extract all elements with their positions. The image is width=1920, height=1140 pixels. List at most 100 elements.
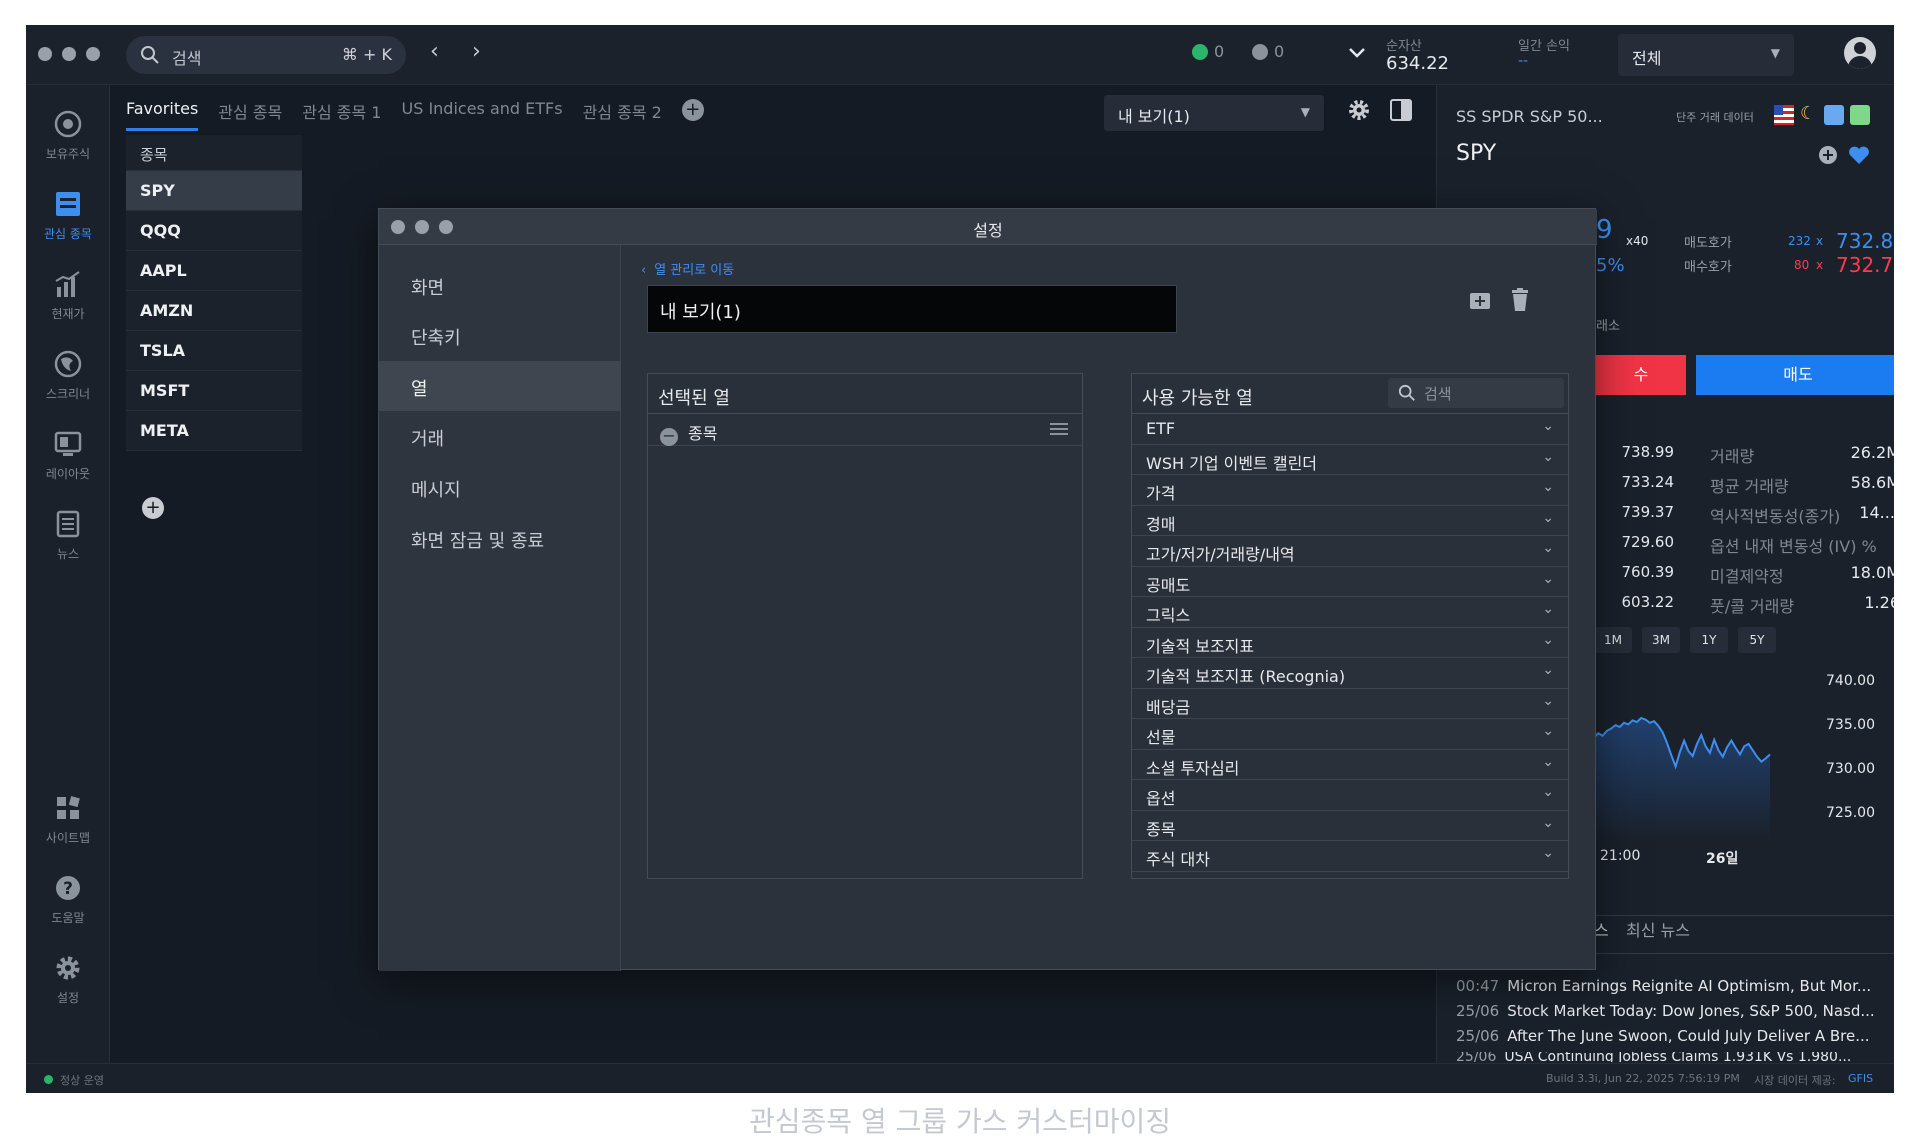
sidebar-item-portfolio[interactable]: 보유주식 xyxy=(26,109,110,162)
globe-icon[interactable] xyxy=(1824,105,1844,125)
settings-nav-screen[interactable]: 화면 xyxy=(379,260,621,310)
news-item[interactable]: 25/06 USA Continuing Jobless Claims 1.931… xyxy=(1456,1052,1894,1062)
account-scope-select[interactable]: 전체 ▼ xyxy=(1618,34,1794,76)
sidebar-item-sitemap[interactable]: 사이트맵 xyxy=(26,793,110,846)
list-item[interactable]: 종목 ⌄ xyxy=(1132,811,1568,841)
watchlist-header[interactable]: 종목 xyxy=(126,135,302,171)
forward-arrow-icon[interactable]: › xyxy=(472,39,481,64)
settings-nav-columns[interactable]: 열 xyxy=(379,361,621,411)
sidebar-item-news[interactable]: 뉴스 xyxy=(26,509,110,562)
list-item[interactable]: 경매 ⌄ xyxy=(1132,506,1568,536)
trash-icon[interactable] xyxy=(1505,285,1535,315)
chevron-down-icon[interactable]: ⌄ xyxy=(1542,601,1554,617)
range-button-5y[interactable]: 5Y xyxy=(1738,627,1776,653)
connection-status-green[interactable]: 0 xyxy=(1192,42,1224,61)
chevron-down-icon[interactable]: ⌄ xyxy=(1542,571,1554,587)
chevron-down-icon[interactable]: ⌄ xyxy=(1542,479,1554,495)
heart-icon[interactable] xyxy=(1848,145,1870,165)
view-name-input[interactable]: 내 보기(1) xyxy=(647,285,1177,333)
settings-nav-messages[interactable]: 메시지 xyxy=(379,462,621,512)
chevron-down-icon[interactable]: ⌄ xyxy=(1542,754,1554,770)
chevron-down-icon[interactable]: ⌄ xyxy=(1542,510,1554,526)
tab-watchlist[interactable]: 관심 종목 xyxy=(218,91,282,131)
news-item[interactable]: 25/06 After The June Swoon, Could July De… xyxy=(1456,1027,1894,1045)
list-item[interactable]: 주식 대차 ⌄ xyxy=(1132,841,1568,872)
settings-nav-shortcuts[interactable]: 단축키 xyxy=(379,310,621,360)
chevron-down-icon[interactable]: ⌄ xyxy=(1542,784,1554,800)
list-item[interactable]: 공매도 ⌄ xyxy=(1132,567,1568,597)
chevron-down-icon[interactable]: ⌄ xyxy=(1542,418,1554,434)
chevron-down-icon[interactable]: ⌄ xyxy=(1542,693,1554,709)
list-item[interactable]: 그릭스 ⌄ xyxy=(1132,597,1568,628)
add-icon[interactable] xyxy=(1818,145,1838,165)
add-symbol-icon[interactable]: + xyxy=(142,497,164,519)
buy-button[interactable]: 수 xyxy=(1596,355,1686,395)
chevron-down-icon[interactable]: ⌄ xyxy=(1542,845,1554,861)
duplicate-icon[interactable] xyxy=(1465,285,1495,315)
panel-toggle-icon[interactable] xyxy=(1388,97,1414,123)
list-item[interactable]: 고가/저가/거래량/내역 ⌄ xyxy=(1132,536,1568,567)
list-item[interactable]: WSH 기업 이벤트 캘린더 ⌄ xyxy=(1132,445,1568,475)
settings-nav-lock[interactable]: 화면 잠금 및 종료 xyxy=(379,513,621,563)
chevron-down-icon[interactable]: ⌄ xyxy=(1542,632,1554,648)
chevron-down-icon[interactable]: ⌄ xyxy=(1542,540,1554,556)
range-button-1m[interactable]: 1M xyxy=(1594,627,1632,653)
list-item[interactable]: 선물 ⌄ xyxy=(1132,719,1568,750)
list-item[interactable]: 배당금 ⌄ xyxy=(1132,689,1568,719)
chevron-down-icon[interactable] xyxy=(1348,47,1366,59)
chart-icon[interactable] xyxy=(1850,105,1870,125)
table-row[interactable]: MSFT xyxy=(126,371,302,411)
list-item[interactable]: − 종목 xyxy=(648,414,1082,446)
chevron-down-icon[interactable]: ⌄ xyxy=(1542,662,1554,678)
tab-watchlist-1[interactable]: 관심 종목 1 xyxy=(302,91,381,131)
back-link[interactable]: ‹ 열 관리로 이동 xyxy=(641,259,734,278)
list-item[interactable]: 기술적 보조지표 ⌄ xyxy=(1132,628,1568,658)
list-item[interactable]: 옵션 ⌄ xyxy=(1132,780,1568,811)
remove-icon[interactable]: − xyxy=(660,428,678,446)
news-item[interactable]: 00:47 Micron Earnings Reignite AI Optimis… xyxy=(1456,977,1894,995)
list-item[interactable]: ETF ⌄ xyxy=(1132,414,1568,445)
back-arrow-icon[interactable]: ‹ xyxy=(430,39,439,64)
list-item[interactable]: 기술적 보조지표 (Recognia) ⌄ xyxy=(1132,658,1568,689)
sidebar-item-layout[interactable]: 레이아웃 xyxy=(26,429,110,482)
tab-watchlist-2[interactable]: 관심 종목 2 xyxy=(583,91,662,131)
sidebar-item-settings[interactable]: 설정 xyxy=(26,953,110,1006)
tab-favorites[interactable]: Favorites xyxy=(126,91,199,131)
news-tab-latest[interactable]: 최신 뉴스 xyxy=(1626,917,1690,941)
top-bar: 검색 ⌘ + K ‹ › 0 0 순자산 634.22 일간 손익 -- 전체 ▼ xyxy=(26,25,1894,85)
table-row[interactable]: SPY xyxy=(126,171,302,211)
table-row[interactable]: AMZN xyxy=(126,291,302,331)
add-tab-icon[interactable]: + xyxy=(681,99,704,121)
chevron-down-icon[interactable]: ⌄ xyxy=(1542,815,1554,831)
chevron-down-icon[interactable]: ⌄ xyxy=(1542,449,1554,465)
search-box[interactable]: 검색 ⌘ + K xyxy=(126,36,406,74)
table-row[interactable]: AAPL xyxy=(126,251,302,291)
search-icon xyxy=(141,46,159,64)
range-button-1y[interactable]: 1Y xyxy=(1690,627,1728,653)
table-row[interactable]: META xyxy=(126,411,302,451)
tab-us-indices[interactable]: US Indices and ETFs xyxy=(401,91,562,131)
news-item[interactable]: 25/06 Stock Market Today: Dow Jones, S&P … xyxy=(1456,1002,1894,1020)
chevron-down-icon[interactable]: ⌄ xyxy=(1542,723,1554,739)
column-search-input[interactable]: 검색 xyxy=(1388,378,1564,408)
price-chart[interactable] xyxy=(1594,671,1830,841)
gear-icon[interactable] xyxy=(1346,97,1372,123)
settings-nav-trading[interactable]: 거래 xyxy=(379,411,621,461)
range-button-3m[interactable]: 3M xyxy=(1642,627,1680,653)
avatar[interactable] xyxy=(1844,37,1876,69)
connection-status-gray[interactable]: 0 xyxy=(1252,42,1284,61)
sell-button[interactable]: 매도 xyxy=(1696,355,1894,395)
sidebar-item-watchlist[interactable]: 관심 종목 xyxy=(26,189,110,242)
view-select[interactable]: 내 보기(1) ▼ xyxy=(1104,95,1324,131)
news-tab-partial[interactable]: 스 xyxy=(1594,917,1609,941)
sidebar-item-quote[interactable]: 현재가 xyxy=(26,269,110,322)
list-item[interactable]: 소셜 투자심리 ⌄ xyxy=(1132,750,1568,780)
window-controls[interactable] xyxy=(38,47,100,61)
table-row[interactable]: QQQ xyxy=(126,211,302,251)
sidebar-item-help[interactable]: ? 도움말 xyxy=(26,873,110,926)
data-provider-link[interactable]: GFIS xyxy=(1848,1072,1873,1085)
drag-handle-icon[interactable] xyxy=(1050,423,1068,435)
sidebar-item-screener[interactable]: 스크리너 xyxy=(26,349,110,402)
table-row[interactable]: TSLA xyxy=(126,331,302,371)
list-item[interactable]: 가격 ⌄ xyxy=(1132,475,1568,506)
